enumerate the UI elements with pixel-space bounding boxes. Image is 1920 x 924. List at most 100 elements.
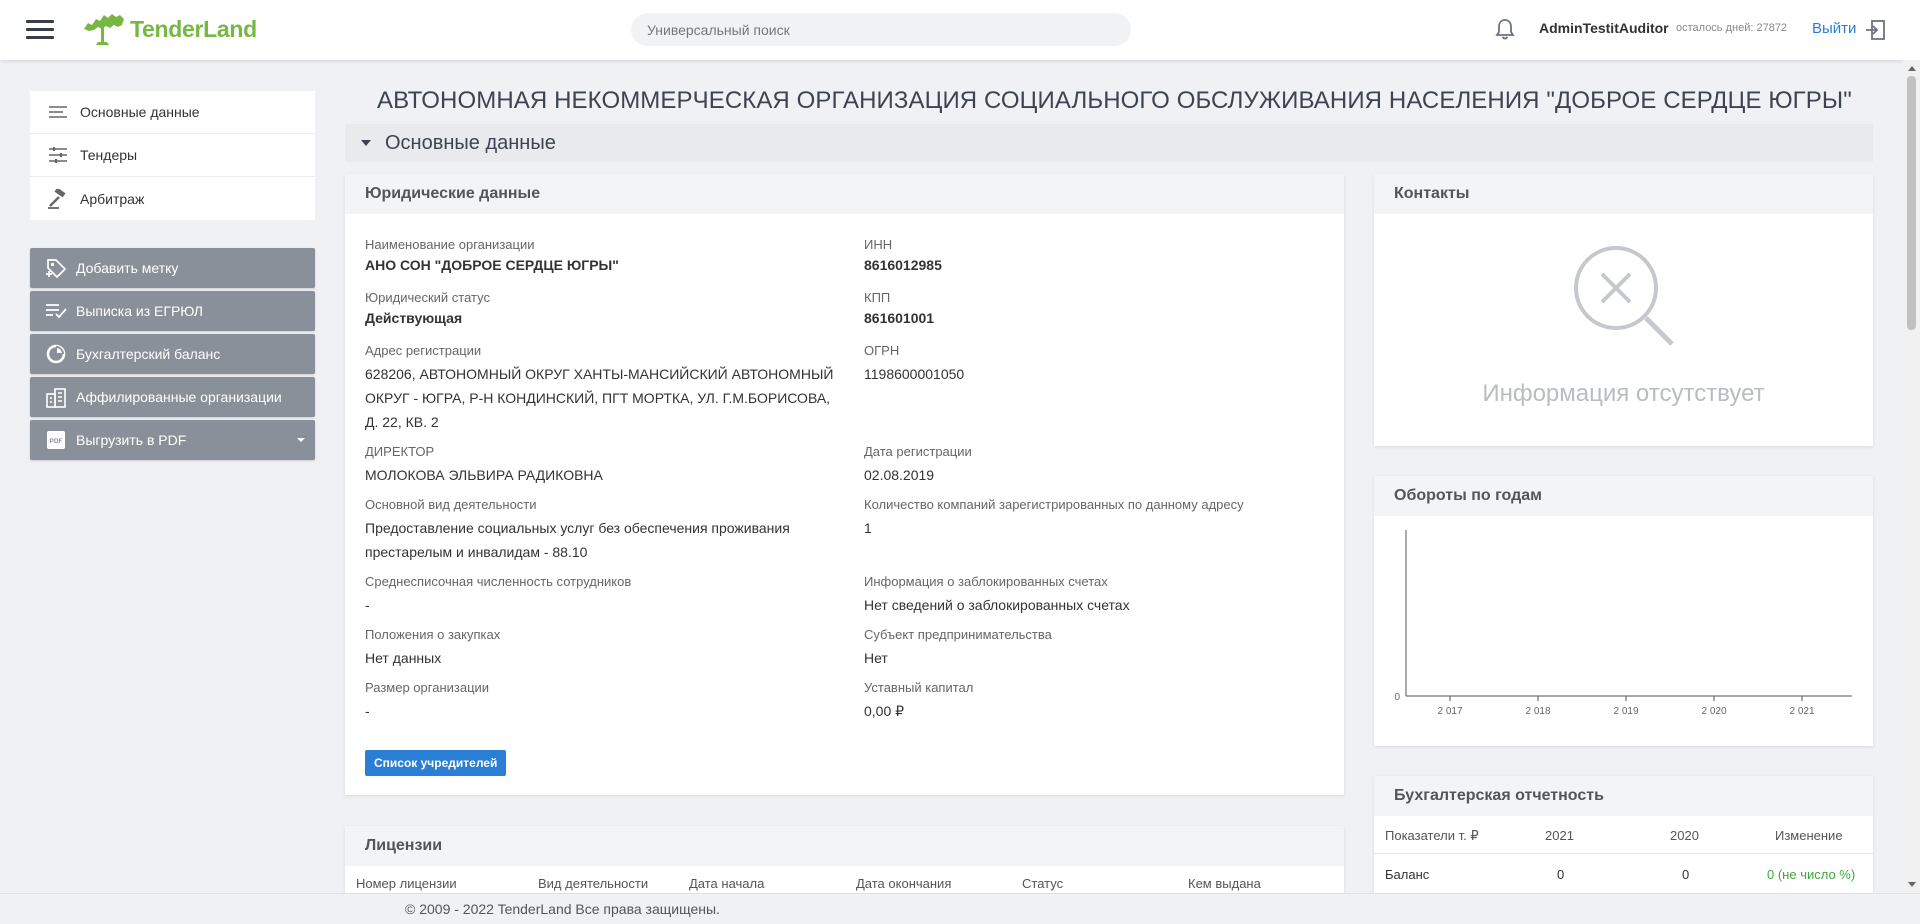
founders-list-button[interactable]: Список учредителей [365,750,507,776]
field-label: Дата регистрации [864,444,972,459]
field-value: 02.08.2019 [864,467,935,483]
field-label: Субъект предпринимательства [864,627,1052,642]
field-value: 8616012985 [864,257,942,273]
contacts-title: Контакты [1374,174,1873,214]
field-main-activity: Основной вид деятельности Предоставление… [365,497,845,564]
universal-search-input[interactable] [631,13,1131,46]
field-value: 861601001 [864,310,935,326]
col-change: Изменение [1775,828,1843,843]
field-label: Наименование организации [365,237,535,252]
svg-text:PDF: PDF [50,438,63,445]
col-indicator: Показатели т. ₽ [1385,828,1479,843]
field-label: Положения о закупках [365,627,501,642]
accounting-table-header: Показатели т. ₽ 2021 2020 Изменение [1374,816,1873,854]
x-tick-label: 2 020 [1701,706,1726,717]
col-license-number[interactable]: Номер лицензии [356,876,457,891]
field-value: Нет данных [365,650,442,666]
field-value: МОЛОКОВА ЭЛЬВИРА РАДИКОВНА [365,467,603,483]
col-end-date[interactable]: Дата окончания [856,876,951,891]
x-tick-label: 2 021 [1789,706,1814,717]
field-blocked-accounts: Информация о заблокированных счетах Нет … [864,574,1324,617]
contacts-card: Контакты Информация отсутствует [1374,174,1873,446]
list-check-icon [44,299,68,323]
field-label: Среднесписочная численность сотрудников [365,574,632,589]
field-value: - [365,597,370,613]
username[interactable]: AdminTestitAuditor [1539,20,1669,36]
no-results-magnifier-icon [1574,246,1674,346]
balance-sheet-label: Бухгалтерский баланс [76,346,221,362]
table-row: Баланс 0 0 0 (не число %) [1374,855,1873,893]
chevron-down-icon[interactable] [297,438,305,442]
field-reg-address: Адрес регистрации 628206, АВТОНОМНЫЙ ОКР… [365,343,845,434]
export-pdf-label: Выгрузить в PDF [76,432,187,448]
col-status[interactable]: Статус [1022,876,1063,891]
sidebar-menu: Основные данные Тендеры Арбитраж [30,91,315,220]
sidebar-item-arbitration[interactable]: Арбитраж [30,177,315,220]
col-issued-by[interactable]: Кем выдана [1188,876,1261,891]
logout-link[interactable]: Выйти [1812,20,1856,37]
field-companies-same-address: Количество компаний зарегистрированных п… [864,497,1324,540]
field-label: Адрес регистрации [365,343,482,358]
buildings-icon [44,385,68,409]
field-procurement-regulations: Положения о закупках Нет данных [365,627,845,670]
field-value: 628206, АВТОНОМНЫЙ ОКРУГ ХАНТЫ-МАНСИЙСКИ… [365,366,834,430]
field-label: Информация о заблокированных счетах [864,574,1108,589]
vertical-scrollbar[interactable] [1903,60,1920,893]
field-org-size: Размер организации - [365,680,845,723]
add-tag-button[interactable]: Добавить метку [30,248,315,288]
logo-text: TenderLand [130,15,257,42]
field-director: ДИРЕКТОР МОЛОКОВА ЭЛЬВИРА РАДИКОВНА [365,444,845,487]
pie-chart-icon [44,342,68,366]
tenderland-logo[interactable]: TenderLand [82,9,257,49]
lines-icon [46,102,70,122]
turnover-chart: 0 2 017 2 018 2 019 2 020 2 021 [1394,530,1852,717]
accounting-title: Бухгалтерская отчетность [1374,776,1873,816]
section-label: Основные данные [385,131,556,154]
balance-sheet-button[interactable]: Бухгалтерский баланс [30,334,315,374]
hamburger-menu-icon[interactable] [26,20,54,40]
field-label: Юридический статус [365,290,491,305]
field-label: Размер организации [365,680,490,695]
x-tick-label: 2 019 [1613,706,1638,717]
field-label: Уставный капитал [864,680,974,695]
copyright-text: © 2009 - 2022 TenderLand Все права защищ… [405,901,720,917]
legal-data-card: Юридические данные Наименование организа… [345,174,1344,795]
sidebar-item-label: Тендеры [80,147,138,163]
field-label: Основной вид деятельности [365,497,537,512]
sliders-icon [46,145,70,165]
section-toggle-main-data[interactable]: Основные данные [345,124,1873,162]
y-tick-label: 0 [1394,692,1400,703]
field-org-name: Наименование организации АНО СОН "ДОБРОЕ… [365,237,845,274]
row-change: 0 (не число %) [1767,867,1856,882]
field-value: АНО СОН "ДОБРОЕ СЕРДЦЕ ЮГРЫ" [365,257,619,273]
bell-icon[interactable] [1495,18,1515,40]
row-indicator: Баланс [1385,867,1430,882]
legal-data-title: Юридические данные [345,174,1344,214]
col-activity-type[interactable]: Вид деятельности [538,876,648,891]
field-label: ИНН [864,237,893,252]
scrollbar-thumb[interactable] [1907,76,1916,330]
x-tick-label: 2 018 [1525,706,1550,717]
field-reg-date: Дата регистрации 02.08.2019 [864,444,1324,487]
egrul-extract-button[interactable]: Выписка из ЕГРЮЛ [30,291,315,331]
col-start-date[interactable]: Дата начала [689,876,764,891]
sidebar-item-tenders[interactable]: Тендеры [30,134,315,177]
field-value: 0,00 ₽ [864,703,905,719]
pdf-icon: PDF [44,428,68,452]
field-kpp: КПП 861601001 [864,290,1324,327]
scroll-down-arrow-icon[interactable] [1908,882,1916,887]
scroll-up-arrow-icon[interactable] [1908,66,1916,71]
sidebar-item-main-data[interactable]: Основные данные [30,91,315,134]
affiliated-orgs-button[interactable]: Аффилированные организации [30,377,315,417]
col-2020: 2020 [1670,828,1699,843]
row-value-2020: 0 [1682,867,1690,882]
licenses-title: Лицензии [345,826,1344,866]
top-header: TenderLand AdminTestitAuditor осталось д… [0,0,1920,60]
field-value: 1 [864,520,872,536]
x-tick-label: 2 017 [1437,706,1462,717]
field-value: Нет [864,650,888,666]
field-label: Количество компаний зарегистрированных п… [864,497,1244,512]
empty-state-text: Информация отсутствует [1482,380,1765,407]
logout-icon[interactable] [1864,19,1886,41]
export-pdf-button[interactable]: PDF Выгрузить в PDF [30,420,315,460]
